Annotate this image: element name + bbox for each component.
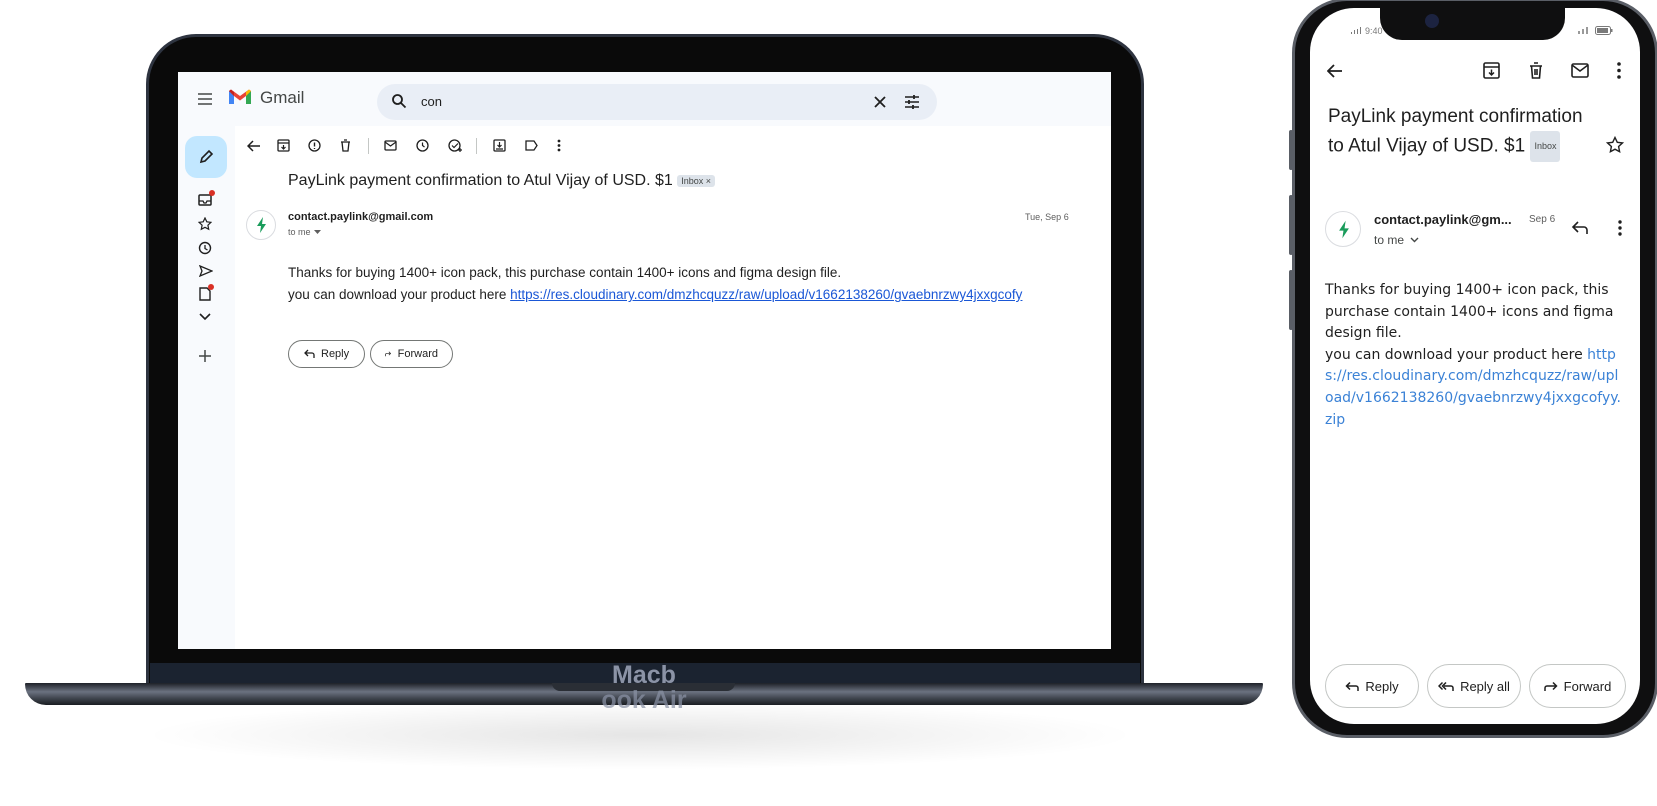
clear-search-icon[interactable] xyxy=(873,95,887,109)
more-chevron-icon[interactable] xyxy=(199,313,211,321)
signal-icon xyxy=(1351,27,1361,34)
download-link[interactable]: https://res.cloudinary.com/dmzhcquzz/raw… xyxy=(510,287,1022,302)
move-to-icon[interactable] xyxy=(493,139,506,152)
drafts-badge xyxy=(208,284,214,290)
delete-icon[interactable] xyxy=(340,139,351,152)
archive-icon[interactable] xyxy=(277,139,290,152)
gmail-wordmark: Gmail xyxy=(260,88,305,107)
reply-icon xyxy=(304,349,315,358)
email-subject: PayLink payment confirmation to Atul Vij… xyxy=(288,172,716,190)
reply-all-icon xyxy=(1438,681,1454,691)
to-line: to me xyxy=(1374,233,1405,247)
gmail-window: Gmail con PayLink payment confirmation t… xyxy=(178,72,1111,649)
inbox-label-chip[interactable]: Inbox xyxy=(1530,131,1561,162)
forward-icon xyxy=(385,351,392,357)
email-body: Thanks for buying 1400+ icon pack, this … xyxy=(1325,280,1625,431)
phone-side-button xyxy=(1289,130,1293,170)
message-more-icon[interactable] xyxy=(1618,220,1622,236)
phone-screen: 9:40 PayLink payment confirmation to Atu… xyxy=(1310,8,1640,724)
toolbar-divider xyxy=(476,138,477,154)
inbox-icon[interactable] xyxy=(198,194,212,206)
sender-address[interactable]: contact.paylink@gmail.com xyxy=(288,211,433,223)
gmail-header: Gmail con xyxy=(178,72,1111,126)
search-icon[interactable] xyxy=(391,93,407,109)
front-camera xyxy=(1425,14,1439,28)
email-subject: PayLink payment confirmation to Atul Vij… xyxy=(1328,102,1598,162)
snoozed-icon[interactable] xyxy=(198,241,212,255)
email-date: Tue, Sep 6 xyxy=(1025,212,1069,222)
phone-side-button xyxy=(1289,270,1293,330)
reply-all-label: Reply all xyxy=(1460,678,1510,694)
message-view: PayLink payment confirmation to Atul Vij… xyxy=(235,126,1111,649)
reply-icon[interactable] xyxy=(1571,221,1588,235)
back-arrow-icon[interactable] xyxy=(247,140,261,152)
battery-icon xyxy=(1595,26,1613,35)
compose-button[interactable] xyxy=(185,136,227,178)
forward-icon xyxy=(1543,681,1558,691)
report-spam-icon[interactable] xyxy=(308,139,321,152)
status-time: 9:40 xyxy=(1365,26,1383,36)
status-bar-right xyxy=(1577,26,1613,35)
more-options-icon[interactable] xyxy=(1617,62,1621,79)
body-line-2-text: you can download your product here xyxy=(288,287,511,302)
label-icon[interactable] xyxy=(525,140,538,151)
recipients-toggle[interactable]: to me xyxy=(1374,233,1419,247)
status-bar-left: 9:40 xyxy=(1350,26,1383,36)
mark-unread-icon[interactable] xyxy=(384,140,397,151)
create-label-icon[interactable] xyxy=(199,350,211,362)
sender-avatar[interactable] xyxy=(246,210,276,240)
forward-label: Forward xyxy=(1563,678,1612,694)
archive-icon[interactable] xyxy=(1483,62,1500,79)
back-arrow-icon[interactable] xyxy=(1327,64,1343,78)
caret-down-icon xyxy=(313,229,321,234)
body-line-2: you can download your product here https… xyxy=(1325,345,1625,431)
gmail-logo-icon[interactable] xyxy=(228,88,252,106)
delete-icon[interactable] xyxy=(1529,62,1543,79)
email-date: Sep 6 xyxy=(1529,214,1556,225)
body-text: Thanks for buying 1400+ icon pack, this … xyxy=(1325,282,1614,342)
sender-address[interactable]: contact.paylink@gm... xyxy=(1374,212,1512,227)
menu-icon[interactable] xyxy=(197,92,213,106)
add-to-tasks-icon[interactable] xyxy=(448,139,462,152)
search-bar[interactable]: con xyxy=(377,84,937,120)
laptop-brand-line2: ook Air xyxy=(601,686,687,714)
star-icon[interactable] xyxy=(1606,136,1624,154)
reply-button[interactable]: Reply xyxy=(288,340,365,368)
forward-button[interactable]: Forward xyxy=(1529,664,1626,708)
subject-text: PayLink payment confirmation to Atul Vij… xyxy=(288,172,673,189)
forward-button[interactable]: Forward xyxy=(370,340,453,368)
sender-avatar[interactable] xyxy=(1325,211,1361,247)
inbox-badge xyxy=(209,190,215,196)
reply-label: Reply xyxy=(1365,678,1399,694)
body-line-2: you can download your product here https… xyxy=(288,284,1022,306)
sent-icon[interactable] xyxy=(199,265,213,277)
laptop-brand-line1: Macb xyxy=(612,661,676,689)
toolbar-divider xyxy=(368,138,369,154)
email-body: Thanks for buying 1400+ icon pack, this … xyxy=(288,262,1022,306)
gmail-sidebar xyxy=(178,126,235,649)
chevron-down-icon xyxy=(1410,237,1419,243)
mark-unread-icon[interactable] xyxy=(1571,63,1589,78)
snooze-icon[interactable] xyxy=(416,139,429,152)
inbox-label-chip[interactable]: Inbox × xyxy=(677,174,716,187)
phone-side-button xyxy=(1289,195,1293,255)
reply-button[interactable]: Reply xyxy=(1325,664,1419,708)
reply-icon xyxy=(1345,681,1360,691)
body-line-1: Thanks for buying 1400+ icon pack, this … xyxy=(288,265,842,280)
recipients-toggle[interactable]: to me xyxy=(288,227,321,237)
network-icon xyxy=(1578,27,1588,34)
search-input[interactable]: con xyxy=(421,94,442,109)
more-options-icon[interactable] xyxy=(557,139,561,152)
to-line: to me xyxy=(288,227,311,237)
reply-all-button[interactable]: Reply all xyxy=(1427,664,1521,708)
phone-notch xyxy=(1380,8,1565,40)
reply-label: Reply xyxy=(321,348,350,360)
body-line-2-text: you can download your product here xyxy=(1325,346,1588,363)
starred-icon[interactable] xyxy=(198,217,212,231)
forward-label: Forward xyxy=(397,348,438,360)
search-options-icon[interactable] xyxy=(904,94,920,110)
